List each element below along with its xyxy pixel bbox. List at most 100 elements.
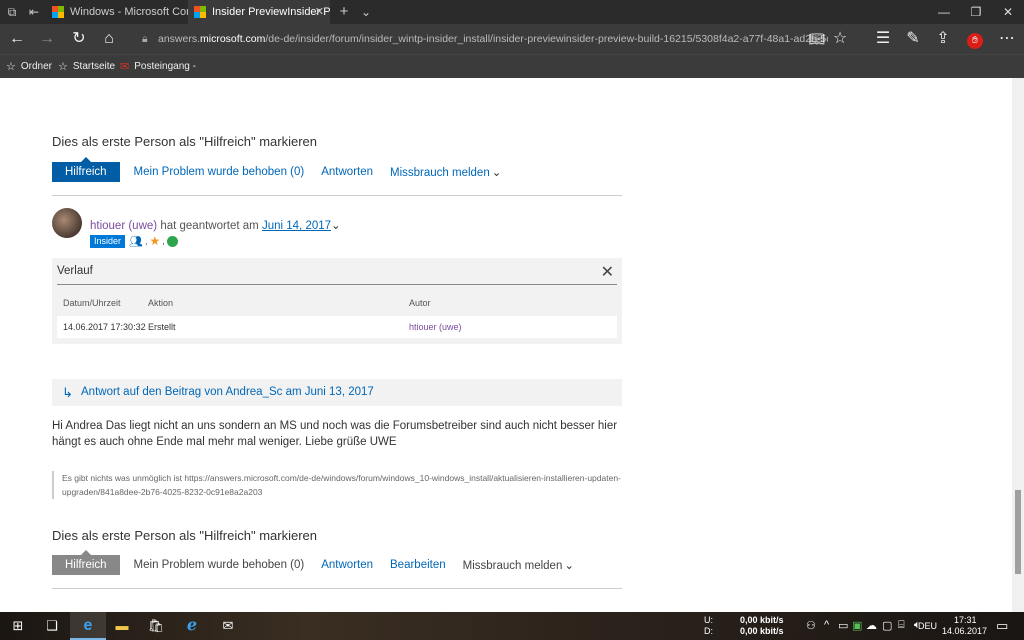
bookmark-posteingang[interactable]: ✉ Posteingang - xyxy=(120,55,196,79)
share-icon[interactable]: ⇪ xyxy=(934,30,952,48)
chevron-down-icon[interactable]: ⌄ xyxy=(331,220,341,232)
clock-date[interactable]: 14.06.2017 xyxy=(942,626,987,640)
badges: Insider 👥︎ , ★ , xyxy=(90,234,178,248)
chevron-down-icon[interactable]: ⌄ xyxy=(358,4,374,20)
security-icon[interactable]: ▣ xyxy=(852,619,862,640)
onedrive-icon[interactable]: ☁ xyxy=(866,619,877,640)
task-view-icon[interactable]: ❑ xyxy=(34,612,70,640)
back-icon[interactable]: ← xyxy=(8,30,26,48)
report-abuse-link[interactable]: Missbrauch melden ⌄ xyxy=(390,165,501,179)
history-header-author: Autor xyxy=(409,298,431,308)
history-panel: Verlauf ✕ Datum/Uhrzeit Aktion Autor 14.… xyxy=(52,258,622,344)
scrollbar[interactable] xyxy=(1012,78,1024,612)
avatar[interactable] xyxy=(52,208,82,238)
close-icon[interactable]: ✕ xyxy=(601,262,614,282)
helpful-prompt: Dies als erste Person als "Hilfreich" ma… xyxy=(52,134,317,149)
tab-preview-icon[interactable]: ⧉ xyxy=(4,4,20,20)
insider-badge: Insider xyxy=(90,234,126,248)
favorite-star-icon[interactable]: ☆ xyxy=(831,30,849,48)
microsoft-logo-icon xyxy=(194,6,206,18)
more-icon[interactable]: ⋯ xyxy=(998,30,1016,48)
reply-reference[interactable]: ↳ Antwort auf den Beitrag von Andrea_Sc … xyxy=(52,379,622,406)
net-down-label: D: xyxy=(704,626,713,636)
taskbar: ⊞ ❑ e ▬ 🛍︎ ℯ ✉ U: D: 0,00 kbit/s 0,00 kb… xyxy=(0,612,1024,640)
new-tab-icon[interactable]: + xyxy=(336,4,352,20)
tab-insider-preview[interactable]: Insider PreviewInsider P ✕ xyxy=(188,0,330,24)
tab-windows-community[interactable]: Windows - Microsoft Comm xyxy=(46,0,188,24)
star-icon: ☆ xyxy=(58,61,68,73)
store-icon[interactable]: 🛍︎ xyxy=(138,612,174,640)
post-date[interactable]: Juni 14, 2017 xyxy=(262,220,331,232)
signature: Es gibt nichts was unmöglich ist https:/… xyxy=(52,471,622,499)
report-abuse-link[interactable]: Missbrauch melden ⌄ xyxy=(463,558,574,572)
star-icon: ☆ xyxy=(6,61,16,73)
tab-title: Insider PreviewInsider P xyxy=(212,6,330,18)
microsoft-logo-icon xyxy=(52,6,64,18)
history-cell-action: Erstellt xyxy=(148,322,176,332)
start-windows-icon[interactable]: ⊞ xyxy=(0,612,36,640)
reply-arrow-icon: ↳ xyxy=(62,385,73,400)
mvp-badge-icon: 👥︎ xyxy=(129,235,143,248)
action-center-icon[interactable]: ▭ xyxy=(996,618,1008,640)
reply-link[interactable]: Antworten xyxy=(321,559,373,571)
gmail-icon: ✉ xyxy=(120,61,130,73)
lock-icon: 🔒︎ xyxy=(142,33,148,45)
helpful-button[interactable]: Hilfreich xyxy=(52,550,120,575)
post-body: Hi Andrea Das liegt nicht an uns sondern… xyxy=(52,420,618,448)
post-actions: Hilfreich Mein Problem wurde behoben (0)… xyxy=(52,157,518,182)
adblock-icon[interactable]: ✋︎ xyxy=(966,30,984,49)
green-badge-icon xyxy=(166,235,178,247)
helpful-button[interactable]: Hilfreich xyxy=(52,157,120,182)
minimize-icon[interactable]: — xyxy=(928,0,960,24)
author-line: htiouer (uwe) hat geantwortet am Juni 14… xyxy=(90,220,341,232)
history-cell-date: 14.06.2017 17:30:32 xyxy=(63,322,146,332)
page-content: Dies als erste Person als "Hilfreich" ma… xyxy=(0,78,1024,612)
reply-link[interactable]: Antworten xyxy=(321,166,373,178)
home-icon[interactable]: ⌂ xyxy=(100,30,118,48)
divider xyxy=(52,195,622,196)
history-header-action: Aktion xyxy=(148,298,174,308)
file-explorer-icon[interactable]: ▬ xyxy=(104,612,140,640)
reading-view-icon[interactable]: 📖︎ xyxy=(808,30,826,48)
close-window-icon[interactable]: ✕ xyxy=(992,0,1024,24)
address-toolbar: ← → ↻ ⌂ 🔒︎ answers.microsoft.com/de-de/i… xyxy=(0,24,1024,54)
author-name[interactable]: htiouer (uwe) xyxy=(90,220,157,232)
favorites-bar: ☆ Ordner ☆ Startseite ✉ Posteingang - xyxy=(0,54,1024,78)
bookmark-startseite[interactable]: ☆ Startseite xyxy=(58,55,115,79)
browser-tab-bar: ⧉ ⇤ Windows - Microsoft Comm Insider Pre… xyxy=(0,0,1024,24)
tab-title: Windows - Microsoft Comm xyxy=(70,6,188,18)
scrollbar-thumb[interactable] xyxy=(1015,490,1021,574)
edit-link[interactable]: Bearbeiten xyxy=(390,559,446,571)
people-icon[interactable]: ⚇ xyxy=(806,619,816,640)
internet-explorer-icon[interactable]: ℯ xyxy=(174,612,210,640)
history-cell-author[interactable]: htiouer (uwe) xyxy=(409,322,462,332)
show-hidden-icons-icon[interactable]: ^ xyxy=(824,619,829,640)
battery-icon[interactable]: ▭ xyxy=(838,619,848,640)
star-badge-icon: ★ xyxy=(149,234,161,248)
network-icon[interactable]: ⌸ xyxy=(898,619,905,640)
web-note-icon[interactable]: ✎ xyxy=(904,30,922,48)
chevron-down-icon: ⌄ xyxy=(491,167,502,179)
forward-icon[interactable]: → xyxy=(38,30,56,48)
table-row: 14.06.2017 17:30:32 Erstellt htiouer (uw… xyxy=(57,316,617,338)
post-actions: Hilfreich Mein Problem wurde behoben (0)… xyxy=(52,550,591,575)
close-tab-icon[interactable]: ✕ xyxy=(315,5,324,18)
bookmark-ordner[interactable]: ☆ Ordner xyxy=(6,55,52,79)
chevron-down-icon: ⌄ xyxy=(564,560,574,572)
history-header-date: Datum/Uhrzeit xyxy=(63,298,121,308)
divider xyxy=(52,588,622,589)
refresh-icon[interactable]: ↻ xyxy=(70,30,88,48)
history-title: Verlauf xyxy=(57,265,93,277)
solved-link[interactable]: Mein Problem wurde behoben (0) xyxy=(134,559,305,571)
url-input[interactable]: 🔒︎ answers.microsoft.com/de-de/insider/f… xyxy=(138,28,828,50)
hub-icon[interactable]: ☰ xyxy=(874,30,892,48)
mail-icon[interactable]: ✉ xyxy=(210,612,246,640)
monitor-icon[interactable]: ▢ xyxy=(882,619,892,640)
net-down-speed: 0,00 kbit/s xyxy=(740,626,784,636)
language-indicator[interactable]: DEU xyxy=(918,621,937,640)
set-aside-tabs-icon[interactable]: ⇤ xyxy=(26,4,42,20)
solved-link[interactable]: Mein Problem wurde behoben (0) xyxy=(134,166,305,178)
helpful-prompt: Dies als erste Person als "Hilfreich" ma… xyxy=(52,528,317,543)
restore-icon[interactable]: ❐ xyxy=(960,0,992,24)
edge-icon[interactable]: e xyxy=(70,612,106,640)
